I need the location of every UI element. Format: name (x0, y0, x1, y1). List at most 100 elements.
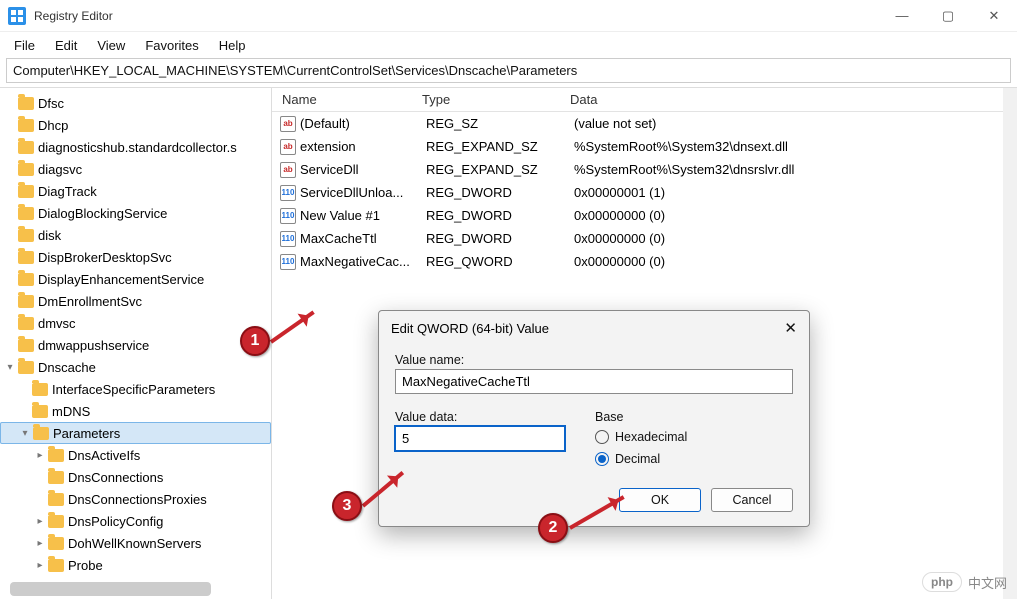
tree-item[interactable]: DisplayEnhancementService (0, 268, 271, 290)
maximize-button[interactable]: ▢ (925, 0, 971, 32)
tree-scrollbar[interactable] (10, 582, 211, 596)
radio-dec-label: Decimal (615, 452, 660, 466)
folder-icon (18, 163, 34, 176)
list-row[interactable]: 110ServiceDllUnloa...REG_DWORD0x00000001… (272, 181, 1003, 204)
dialog-close-icon[interactable]: ✕ (784, 319, 797, 337)
dialog-titlebar[interactable]: Edit QWORD (64-bit) Value ✕ (379, 311, 809, 345)
annotation-marker-3: 3 (332, 491, 362, 521)
tree-item-label: DnsPolicyConfig (68, 514, 163, 529)
value-name: ServiceDll (300, 162, 426, 177)
tree-item-label: InterfaceSpecificParameters (52, 382, 215, 397)
list-scrollbar[interactable] (1003, 88, 1017, 599)
value-data-label: Value data: (395, 410, 565, 424)
tree-item-label: DohWellKnownServers (68, 536, 201, 551)
string-value-icon: ab (280, 162, 296, 178)
base-label: Base (595, 410, 687, 424)
folder-icon (48, 537, 64, 550)
menu-file[interactable]: File (6, 35, 43, 56)
chevron-icon[interactable] (34, 538, 46, 549)
tree-item[interactable]: DmEnrollmentSvc (0, 290, 271, 312)
folder-icon (18, 273, 34, 286)
tree-item[interactable]: Dfsc (0, 92, 271, 114)
menu-view[interactable]: View (89, 35, 133, 56)
folder-icon (18, 339, 34, 352)
tree-item[interactable]: DohWellKnownServers (0, 532, 271, 554)
dialog-title: Edit QWORD (64-bit) Value (391, 321, 784, 336)
binary-value-icon: 110 (280, 231, 296, 247)
tree-item[interactable]: diagnosticshub.standardcollector.s (0, 136, 271, 158)
value-name-label: Value name: (395, 353, 793, 367)
value-data: 0x00000000 (0) (574, 231, 1003, 246)
value-data: 0x00000000 (0) (574, 254, 1003, 269)
list-row[interactable]: 110MaxNegativeCac...REG_QWORD0x00000000 … (272, 250, 1003, 273)
folder-icon (18, 295, 34, 308)
list-row[interactable]: 110New Value #1REG_DWORD0x00000000 (0) (272, 204, 1003, 227)
tree-item[interactable]: Probe (0, 554, 271, 576)
menu-help[interactable]: Help (211, 35, 254, 56)
tree-item-label: DialogBlockingService (38, 206, 167, 221)
tree-item[interactable]: Dnscache (0, 356, 271, 378)
tree-item[interactable]: DnsConnections (0, 466, 271, 488)
watermark: php 中文网 (922, 572, 1007, 592)
chevron-icon[interactable] (34, 560, 46, 571)
folder-icon (18, 141, 34, 154)
tree-item[interactable]: Parameters (0, 422, 271, 444)
value-data-input[interactable] (395, 426, 565, 451)
minimize-button[interactable]: — (879, 0, 925, 32)
tree-item[interactable]: DnsConnectionsProxies (0, 488, 271, 510)
col-name[interactable]: Name (272, 92, 422, 107)
folder-icon (33, 427, 49, 440)
chevron-icon[interactable] (4, 362, 16, 373)
folder-icon (48, 449, 64, 462)
string-value-icon: ab (280, 139, 296, 155)
folder-icon (18, 361, 34, 374)
value-name: New Value #1 (300, 208, 426, 223)
annotation-marker-2: 2 (538, 513, 568, 543)
list-row[interactable]: abextensionREG_EXPAND_SZ%SystemRoot%\Sys… (272, 135, 1003, 158)
tree-item[interactable]: mDNS (0, 400, 271, 422)
radio-hex[interactable]: Hexadecimal (595, 426, 687, 448)
tree-item[interactable]: DialogBlockingService (0, 202, 271, 224)
menu-edit[interactable]: Edit (47, 35, 85, 56)
folder-icon (18, 251, 34, 264)
watermark-logo: php (922, 572, 962, 592)
value-name-input[interactable] (395, 369, 793, 394)
col-type[interactable]: Type (422, 92, 570, 107)
folder-icon (48, 471, 64, 484)
folder-icon (18, 185, 34, 198)
value-type: REG_EXPAND_SZ (426, 162, 574, 177)
value-data: %SystemRoot%\System32\dnsrslvr.dll (574, 162, 1003, 177)
tree-item[interactable]: diagsvc (0, 158, 271, 180)
radio-dec[interactable]: Decimal (595, 448, 687, 470)
tree-item-label: mDNS (52, 404, 90, 419)
tree-pane[interactable]: DfscDhcpdiagnosticshub.standardcollector… (0, 88, 272, 599)
tree-item[interactable]: DnsActiveIfs (0, 444, 271, 466)
tree-item[interactable]: disk (0, 224, 271, 246)
col-data[interactable]: Data (570, 92, 1003, 107)
tree-item-label: DmEnrollmentSvc (38, 294, 142, 309)
chevron-icon[interactable] (19, 428, 31, 439)
chevron-icon[interactable] (34, 450, 46, 461)
list-row[interactable]: ab(Default)REG_SZ(value not set) (272, 112, 1003, 135)
address-bar[interactable]: Computer\HKEY_LOCAL_MACHINE\SYSTEM\Curre… (6, 58, 1011, 83)
list-row[interactable]: ab ServiceDllREG_EXPAND_SZ%SystemRoot%\Sy… (272, 158, 1003, 181)
value-data: %SystemRoot%\System32\dnsext.dll (574, 139, 1003, 154)
list-row[interactable]: 110MaxCacheTtlREG_DWORD0x00000000 (0) (272, 227, 1003, 250)
ok-button[interactable]: OK (619, 488, 701, 512)
cancel-button[interactable]: Cancel (711, 488, 793, 512)
tree-item[interactable]: DispBrokerDesktopSvc (0, 246, 271, 268)
tree-item[interactable]: dmwappushservice (0, 334, 271, 356)
tree-item-label: DisplayEnhancementService (38, 272, 204, 287)
menu-favorites[interactable]: Favorites (137, 35, 206, 56)
tree-item[interactable]: DiagTrack (0, 180, 271, 202)
string-value-icon: ab (280, 116, 296, 132)
tree-item[interactable]: dmvsc (0, 312, 271, 334)
tree-item[interactable]: Dhcp (0, 114, 271, 136)
tree-item[interactable]: DnsPolicyConfig (0, 510, 271, 532)
folder-icon (18, 97, 34, 110)
value-type: REG_SZ (426, 116, 574, 131)
close-button[interactable]: ✕ (971, 0, 1017, 32)
chevron-icon[interactable] (34, 516, 46, 527)
list-header[interactable]: Name Type Data (272, 88, 1003, 112)
tree-item[interactable]: InterfaceSpecificParameters (0, 378, 271, 400)
